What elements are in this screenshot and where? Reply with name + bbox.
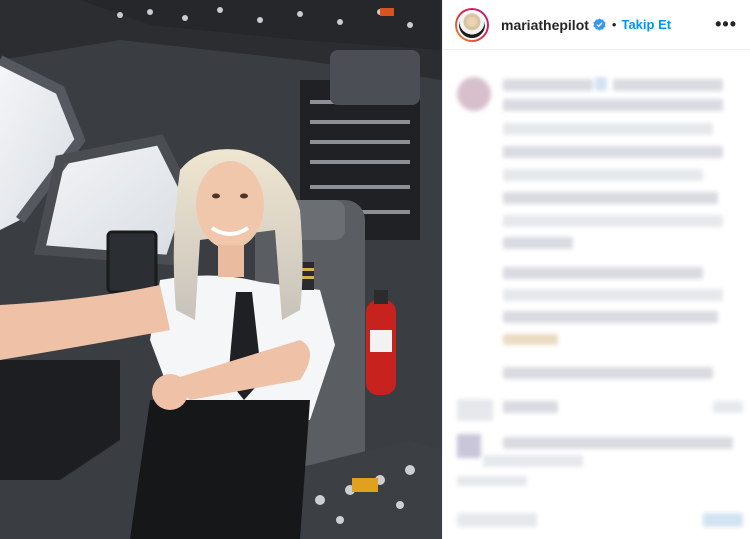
blurred-text-line [483, 455, 583, 467]
blurred-text-line [503, 437, 733, 449]
blurred-text-line [457, 476, 527, 486]
avatar-image [457, 9, 487, 40]
blurred-comment-input[interactable] [457, 513, 537, 527]
post-photo[interactable] [0, 0, 442, 539]
blurred-text-line [503, 146, 723, 158]
blurred-text-line [503, 215, 723, 227]
post-side-panel: mariathepilot • Takip Et ••• [442, 0, 750, 539]
blurred-text-line [503, 123, 713, 135]
username-link[interactable]: mariathepilot [501, 17, 589, 33]
blurred-text-line [503, 311, 718, 323]
avatar[interactable] [455, 7, 489, 42]
blurred-text-line [595, 77, 607, 91]
cockpit-photo [0, 0, 442, 539]
blurred-text-line [503, 79, 593, 91]
blurred-comments-area [443, 51, 750, 539]
blurred-text-line [503, 237, 573, 249]
blurred-text-line [613, 79, 723, 91]
blurred-text-line [713, 401, 743, 413]
blurred-text-line [503, 289, 723, 301]
more-options-icon[interactable]: ••• [715, 15, 737, 33]
separator-dot: • [611, 17, 617, 32]
blurred-text-line [503, 267, 703, 279]
follow-button[interactable]: Takip Et [621, 17, 671, 32]
blurred-text-line [503, 99, 723, 111]
blurred-post-button[interactable] [703, 513, 743, 527]
verified-badge-icon [593, 18, 606, 31]
blurred-text-line [457, 399, 493, 421]
post-header: mariathepilot • Takip Et ••• [443, 0, 750, 50]
blurred-text-line [503, 401, 558, 413]
blurred-emoji-row [503, 334, 558, 345]
blurred-text-line [503, 169, 703, 181]
blurred-text-line [503, 192, 718, 204]
blurred-avatar [457, 434, 481, 458]
blurred-text-line [503, 367, 713, 379]
blurred-avatar [457, 77, 491, 111]
